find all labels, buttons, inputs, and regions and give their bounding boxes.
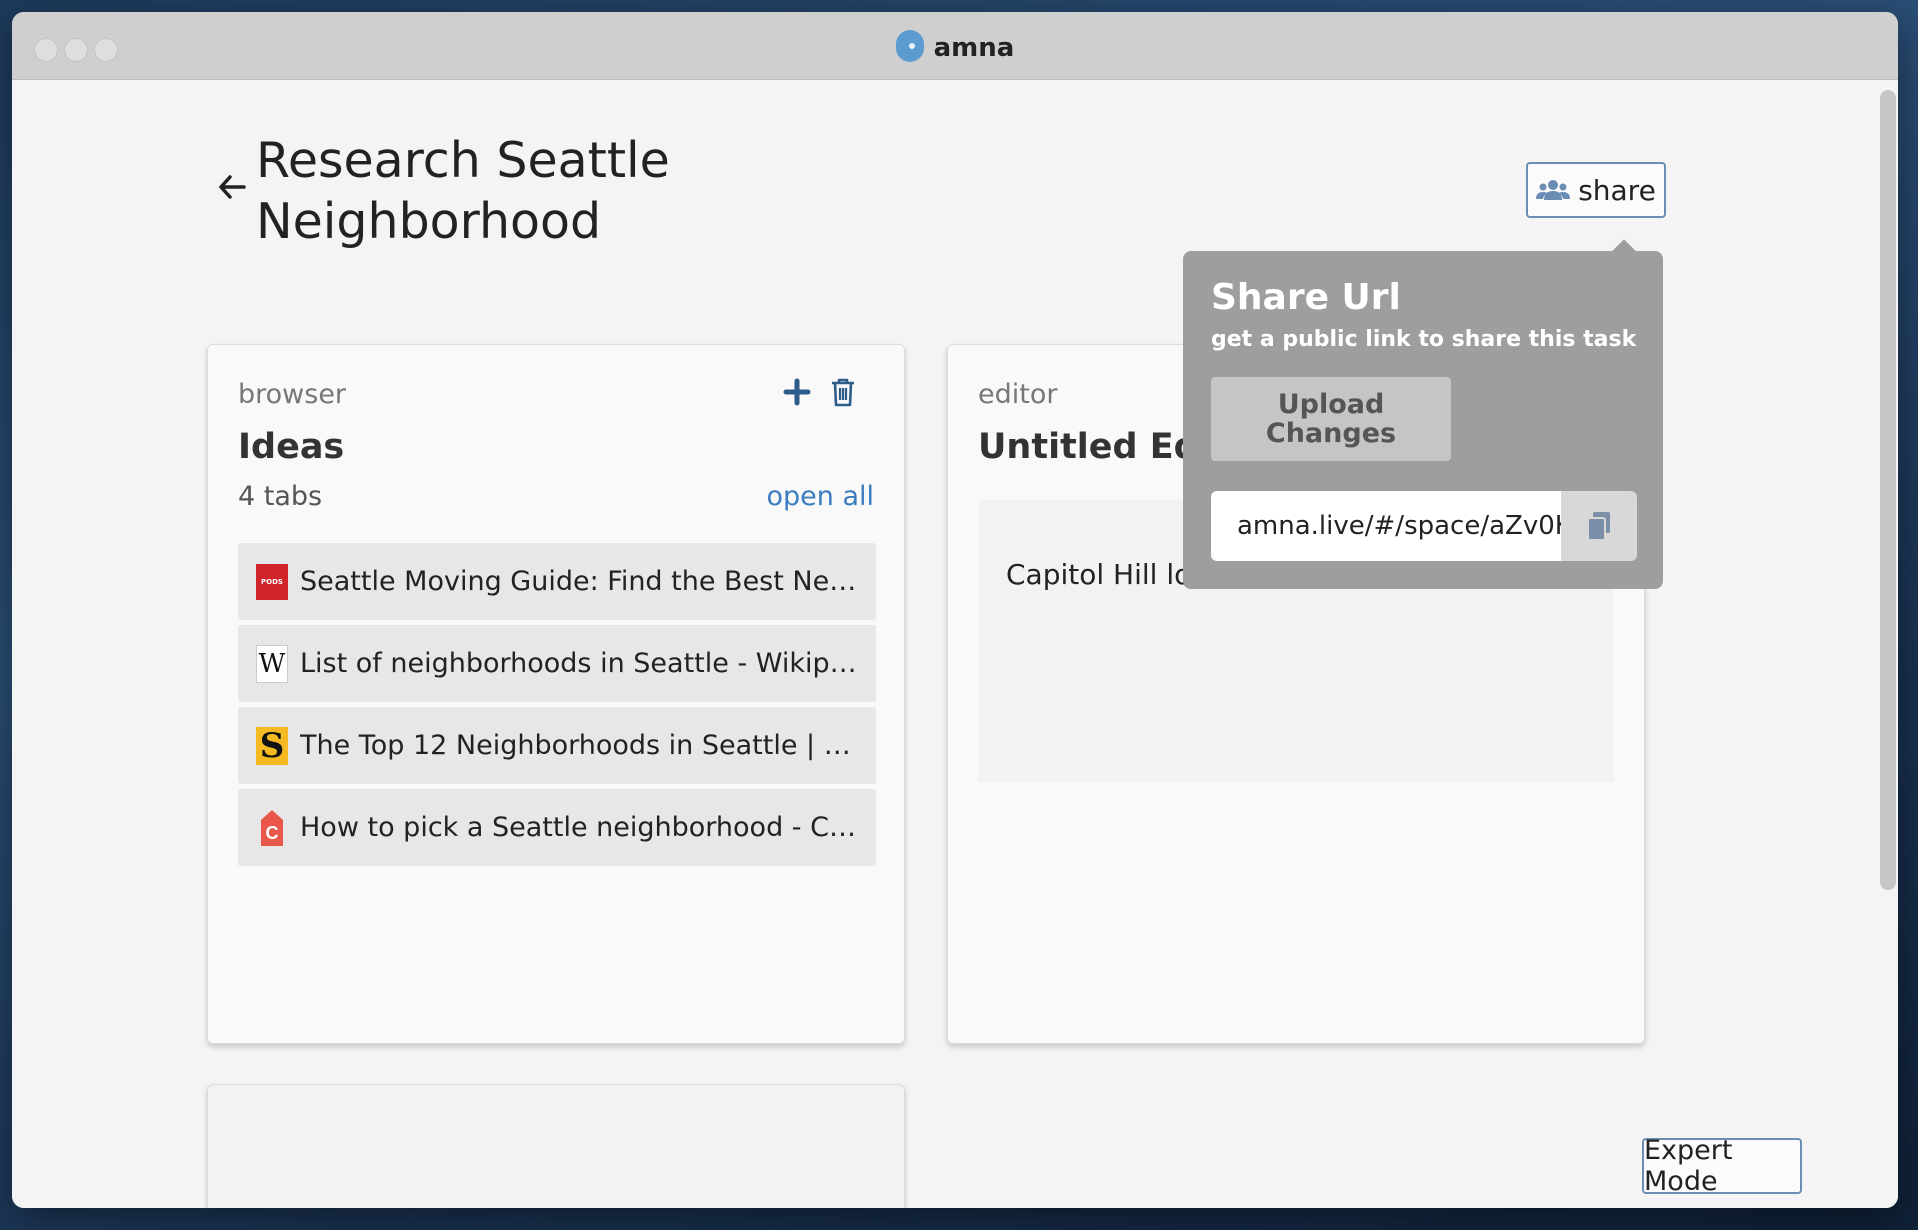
copy-icon[interactable] — [1561, 491, 1637, 561]
open-all-link[interactable]: open all — [766, 481, 874, 512]
upload-changes-button[interactable]: Upload Changes — [1211, 377, 1451, 461]
tab-item[interactable]: C How to pick a Seattle neighborhood - C… — [238, 789, 876, 866]
browser-card: browser Ideas 4 tabs open all PODS Seatt… — [207, 344, 905, 1044]
share-url-input[interactable] — [1211, 491, 1561, 561]
title-bar: amna — [12, 12, 1898, 80]
tab-title: The Top 12 Neighborhoods in Seattle | Se… — [300, 730, 860, 761]
app-title-text: amna — [933, 33, 1015, 63]
amna-logo-icon — [895, 30, 924, 62]
expert-mode-button[interactable]: Expert Mode — [1642, 1135, 1802, 1197]
share-label: share — [1578, 173, 1656, 207]
app-window: amna Research Seattle Neighborhood share… — [12, 12, 1898, 1208]
tab-title: How to pick a Seattle neighborhood - Cur… — [300, 812, 860, 843]
share-popover: Share Url get a public link to share thi… — [1183, 251, 1663, 589]
pods-icon: PODS — [256, 563, 288, 600]
plus-icon[interactable] — [780, 375, 814, 409]
trash-icon[interactable] — [826, 375, 860, 409]
share-url-row — [1211, 491, 1637, 561]
share-button[interactable]: share — [1526, 162, 1666, 218]
tab-list: PODS Seattle Moving Guide: Find the Best… — [238, 543, 876, 871]
popover-subtitle: get a public link to share this task — [1211, 327, 1637, 352]
tab-item[interactable]: S The Top 12 Neighborhoods in Seattle | … — [238, 707, 876, 784]
card-title: Ideas — [238, 427, 345, 467]
vertical-scrollbar[interactable] — [1880, 90, 1896, 890]
wikipedia-icon: W — [256, 644, 288, 683]
page-title: Research Seattle Neighborhood — [256, 132, 670, 250]
tab-title: List of neighborhoods in Seattle - Wikip… — [300, 648, 860, 679]
seattle-s-icon: S — [256, 726, 288, 766]
svg-text:C: C — [266, 823, 279, 843]
empty-card — [207, 1084, 905, 1208]
popover-title: Share Url — [1211, 277, 1401, 318]
back-arrow-icon[interactable] — [217, 170, 247, 211]
window-title: amna — [12, 30, 1898, 63]
curbed-icon: C — [256, 809, 288, 847]
card-type-label: editor — [978, 379, 1058, 410]
tab-title: Seattle Moving Guide: Find the Best Neig… — [300, 566, 860, 597]
card-type-label: browser — [238, 379, 347, 410]
tab-count: 4 tabs — [238, 481, 323, 512]
tab-item[interactable]: PODS Seattle Moving Guide: Find the Best… — [238, 543, 876, 620]
main-content: Research Seattle Neighborhood share brow… — [12, 80, 1898, 1208]
users-icon — [1536, 180, 1571, 200]
tab-item[interactable]: W List of neighborhoods in Seattle - Wik… — [238, 625, 876, 702]
